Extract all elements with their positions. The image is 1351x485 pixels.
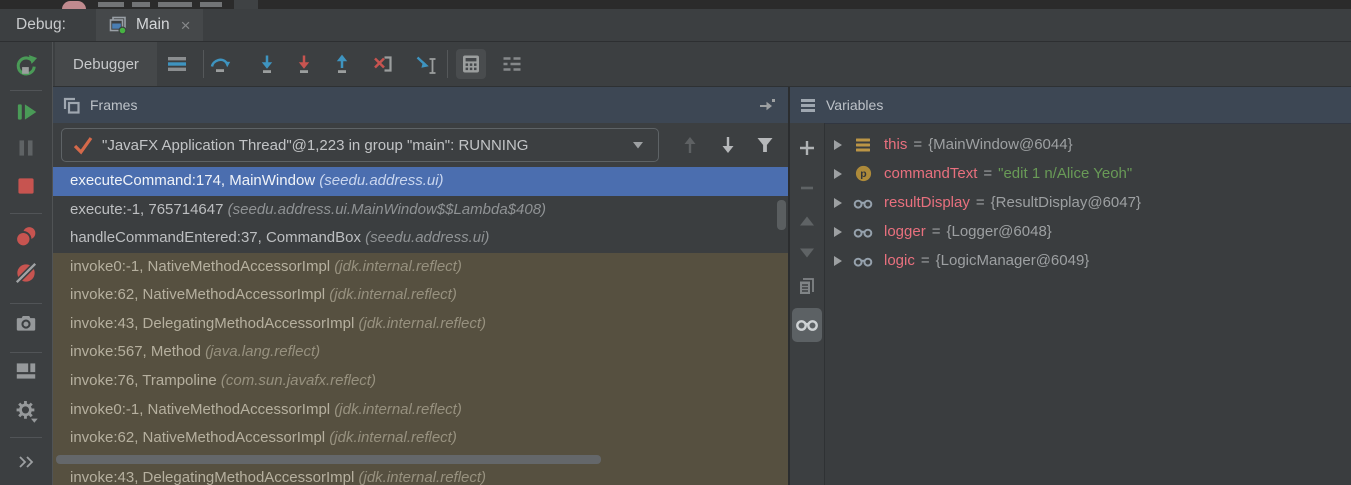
expand-triangle-icon[interactable] xyxy=(833,197,843,209)
variable-name: resultDisplay xyxy=(884,194,970,211)
step-out-icon[interactable] xyxy=(330,52,354,76)
trace-stream-icon[interactable] xyxy=(500,52,524,76)
rerun-icon[interactable] xyxy=(13,53,39,79)
variable-row[interactable]: logic={LogicManager@6049} xyxy=(825,246,1351,275)
frames-list: executeCommand:174, MainWindow (seedu.ad… xyxy=(53,167,788,485)
duplicate-watch-icon[interactable] xyxy=(796,275,818,297)
debug-session-toolbar xyxy=(0,42,53,485)
thread-selector-value: "JavaFX Application Thread"@1,223 in gro… xyxy=(102,137,632,154)
frames-icon xyxy=(62,96,81,115)
variable-row[interactable]: pcommandText="edit 1 n/Alice Yeoh" xyxy=(825,159,1351,188)
vertical-scrollbar[interactable] xyxy=(777,200,786,230)
variables-panel: Variables this={MainWindow@6044}pco xyxy=(790,87,1351,485)
watch-icon xyxy=(853,194,873,212)
console-tab-icon[interactable] xyxy=(165,52,189,76)
debug-tab-bar: Debug: Main × xyxy=(0,9,1351,42)
variables-panel-header: Variables xyxy=(790,87,1351,124)
watch-icon xyxy=(853,223,873,241)
frame-row[interactable]: invoke0:-1, NativeMethodAccessorImpl (jd… xyxy=(53,396,788,425)
step-into-icon[interactable] xyxy=(255,52,279,76)
evaluate-expression-icon[interactable] xyxy=(456,49,486,79)
restore-arrow-icon[interactable] xyxy=(758,97,776,117)
debugger-tab-label: Debugger xyxy=(73,56,139,73)
drop-frame-icon[interactable] xyxy=(371,52,395,76)
show-watches-icon[interactable] xyxy=(792,308,822,342)
more-chevrons-icon[interactable] xyxy=(13,449,39,475)
restore-layout-icon[interactable] xyxy=(13,358,39,384)
thread-dump-camera-icon[interactable] xyxy=(13,310,39,336)
debug-label: Debug: xyxy=(16,9,66,41)
frames-panel-header: Frames xyxy=(53,87,788,124)
frames-panel: Frames "JavaFX Application Thread"@1,223… xyxy=(53,87,788,485)
next-frame-down-icon[interactable] xyxy=(716,133,740,157)
settings-gear-icon[interactable] xyxy=(13,398,39,424)
pause-icon[interactable] xyxy=(13,135,39,161)
variable-name: logger xyxy=(884,223,926,240)
frame-row[interactable]: invoke:76, Trampoline (com.sun.javafx.re… xyxy=(53,367,788,396)
step-over-icon[interactable] xyxy=(208,52,232,76)
thread-running-check-icon xyxy=(72,135,94,155)
variable-value: "edit 1 n/Alice Yeoh" xyxy=(998,165,1132,182)
cutoff-pink-shape xyxy=(62,1,86,9)
add-watch-icon[interactable] xyxy=(796,137,818,159)
frame-row[interactable]: handleCommandEntered:37, CommandBox (see… xyxy=(53,224,788,253)
run-to-cursor-icon[interactable] xyxy=(414,52,438,76)
force-step-into-icon[interactable] xyxy=(292,52,316,76)
expand-triangle-icon[interactable] xyxy=(833,255,843,267)
variable-name: commandText xyxy=(884,165,977,182)
frame-row[interactable]: invoke:62, NativeMethodAccessorImpl (jdk… xyxy=(53,424,788,453)
watch-icon xyxy=(853,252,873,270)
thread-selector-dropdown[interactable]: "JavaFX Application Thread"@1,223 in gro… xyxy=(61,128,659,162)
frame-row[interactable]: invoke:43, DelegatingMethodAccessorImpl … xyxy=(53,310,788,339)
variable-name: logic xyxy=(884,252,915,269)
prev-frame-up-icon[interactable] xyxy=(678,133,702,157)
svg-text:p: p xyxy=(860,168,866,180)
cutoff-window-strip xyxy=(0,0,1351,9)
tab-label: Main xyxy=(136,16,170,34)
frames-title: Frames xyxy=(90,97,137,113)
expand-triangle-icon[interactable] xyxy=(833,226,843,238)
view-breakpoints-icon[interactable] xyxy=(13,224,39,250)
frame-row[interactable]: invoke:43, DelegatingMethodAccessorImpl … xyxy=(53,464,788,485)
tab-debugger[interactable]: Debugger xyxy=(55,42,157,86)
parameter-icon: p xyxy=(853,165,873,183)
frame-row[interactable]: invoke:567, Method (java.lang.reflect) xyxy=(53,338,788,367)
variables-tree: this={MainWindow@6044}pcommandText="edit… xyxy=(825,123,1351,485)
this-icon xyxy=(853,136,873,154)
horizontal-scrollbar[interactable] xyxy=(56,455,601,464)
debug-window-icon xyxy=(108,15,128,35)
frame-row[interactable]: invoke0:-1, NativeMethodAccessorImpl (jd… xyxy=(53,253,788,282)
expand-triangle-icon[interactable] xyxy=(833,139,843,151)
watches-toolbar xyxy=(790,123,825,485)
frame-row[interactable]: execute:-1, 765714647 (seedu.address.ui.… xyxy=(53,196,788,225)
thread-selector-row: "JavaFX Application Thread"@1,223 in gro… xyxy=(53,123,788,168)
frame-row[interactable]: invoke:62, NativeMethodAccessorImpl (jdk… xyxy=(53,281,788,310)
variables-title: Variables xyxy=(826,97,883,113)
debugger-toolbar: Debugger xyxy=(53,42,1351,87)
resume-icon[interactable] xyxy=(13,99,39,125)
remove-watch-icon[interactable] xyxy=(796,177,818,199)
variable-row[interactable]: logger={Logger@6048} xyxy=(825,217,1351,246)
variable-row[interactable]: resultDisplay={ResultDisplay@6047} xyxy=(825,188,1351,217)
tab-close-icon[interactable]: × xyxy=(181,17,191,34)
mute-breakpoints-icon[interactable] xyxy=(13,260,39,286)
variable-value: {Logger@6048} xyxy=(946,223,1051,240)
variables-icon xyxy=(799,96,817,114)
expand-triangle-icon[interactable] xyxy=(833,168,843,180)
variable-value: {ResultDisplay@6047} xyxy=(991,194,1141,211)
move-down-icon[interactable] xyxy=(796,242,818,264)
variable-name: this xyxy=(884,136,907,153)
stop-icon[interactable] xyxy=(13,173,39,199)
variable-value: {LogicManager@6049} xyxy=(936,252,1090,269)
chevron-down-icon xyxy=(632,141,644,149)
variable-row[interactable]: this={MainWindow@6044} xyxy=(825,130,1351,159)
variable-value: {MainWindow@6044} xyxy=(928,136,1072,153)
frame-row[interactable]: executeCommand:174, MainWindow (seedu.ad… xyxy=(53,167,788,196)
filter-funnel-icon[interactable] xyxy=(753,133,777,157)
move-up-icon[interactable] xyxy=(796,210,818,232)
run-configuration-tab-main[interactable]: Main × xyxy=(96,9,203,41)
